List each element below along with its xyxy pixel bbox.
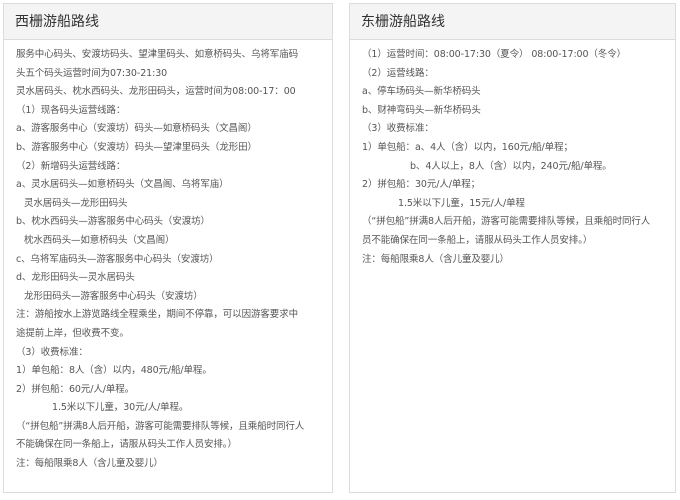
text-line: （2）运营线路：	[362, 67, 434, 79]
text-line: 头五个码头运营时间为07:30-21:30	[16, 67, 168, 79]
text-line: 2）拼包船：30元/人/单程；	[362, 179, 481, 191]
text-line: a、停车场码头—新华桥码头	[362, 86, 481, 98]
text-line: 1.5米以下儿童，30元/人/单程。	[52, 402, 189, 414]
west-panel-title: 西栅游船路线	[4, 4, 332, 40]
text-line: 1）单包船：8人（含）以内，480元/船/单程。	[16, 365, 212, 377]
east-panel-title: 东栅游船路线	[350, 4, 675, 40]
text-line: 注：每船限乘8人（含儿童及婴儿）	[16, 458, 163, 470]
text-line: （1）运营时间：08:00-17:30（夏令） 08:00-17:00（冬令）	[362, 49, 627, 60]
text-line: 不能确保在同一条船上，请服从码头工作人员安排。）	[16, 439, 237, 451]
text-line: b、枕水西码头—游客服务中心码头（安渡坊）	[16, 216, 210, 228]
text-line: 灵水居码头—龙形田码头	[24, 197, 128, 209]
text-line: 2）拼包船：60元/人/单程。	[16, 383, 135, 395]
text-line: d、龙形田码头—灵水居码头	[16, 272, 135, 284]
text-line: （2）新增码头运营线路：	[16, 160, 126, 172]
text-line: （3）收费标准：	[16, 346, 88, 358]
text-line: a、游客服务中心（安渡坊）码头—如意桥码头（文昌阁）	[16, 123, 257, 135]
text-line: 枕水西码头—如意桥码头（文昌阁）	[24, 234, 175, 246]
text-line: 龙形田码头—游客服务中心码头（安渡坊）	[24, 290, 203, 302]
text-line: 注：每船限乘8人（含儿童及婴儿）	[362, 253, 509, 265]
text-line: 注：游船按水上游览路线全程乘坐，期间不停靠，可以因游客要求中	[16, 309, 299, 321]
east-boat-route-panel: 东栅游船路线 （1）运营时间：08:00-17:30（夏令） 08:00-17:…	[349, 3, 676, 493]
text-line: b、财神弯码头—新华桥码头	[362, 104, 481, 116]
west-boat-route-panel: 西栅游船路线 服务中心码头、安渡坊码头、望津里码头、如意桥码头、乌将军庙码 头五个…	[3, 3, 333, 493]
text-line: a、灵水居码头—如意桥码头（文昌阁、乌将军庙）	[16, 179, 229, 191]
text-line: 员不能确保在同一条船上，请服从码头工作人员安排。）	[362, 234, 593, 246]
text-line: （1）现各码头运营线路：	[16, 104, 126, 116]
text-line: 1）单包船：a、4人（含）以内，160元/船/单程；	[362, 141, 573, 153]
west-panel-body: 服务中心码头、安渡坊码头、望津里码头、如意桥码头、乌将军庙码 头五个码头运营时间为…	[4, 40, 332, 474]
text-line: （“拼包船”拼满8人后开船，游客可能需要排队等候，且乘船时同行人	[362, 216, 651, 228]
east-panel-body: （1）运营时间：08:00-17:30（夏令） 08:00-17:00（冬令） （…	[350, 40, 675, 269]
text-line: 1.5米以下儿童，15元/人/单程	[398, 197, 525, 209]
text-line: （3）收费标准：	[362, 123, 434, 135]
text-line: 服务中心码头、安渡坊码头、望津里码头、如意桥码头、乌将军庙码	[16, 49, 299, 60]
text-line: 途提前上岸，但收费不变。	[16, 327, 129, 339]
text-line: c、乌将军庙码头—游客服务中心码头（安渡坊）	[16, 253, 219, 265]
text-line: （“拼包船”拼满8人后开船，游客可能需要排队等候，且乘船时同行人	[16, 420, 305, 432]
text-line: b、游客服务中心（安渡坊）码头—望津里码头（龙形田）	[16, 141, 257, 153]
text-line: 灵水居码头、枕水西码头、龙形田码头，运营时间为08:00-17：00	[16, 86, 296, 98]
text-line: b、4人以上，8人（含）以内，240元/船/单程。	[410, 160, 612, 172]
